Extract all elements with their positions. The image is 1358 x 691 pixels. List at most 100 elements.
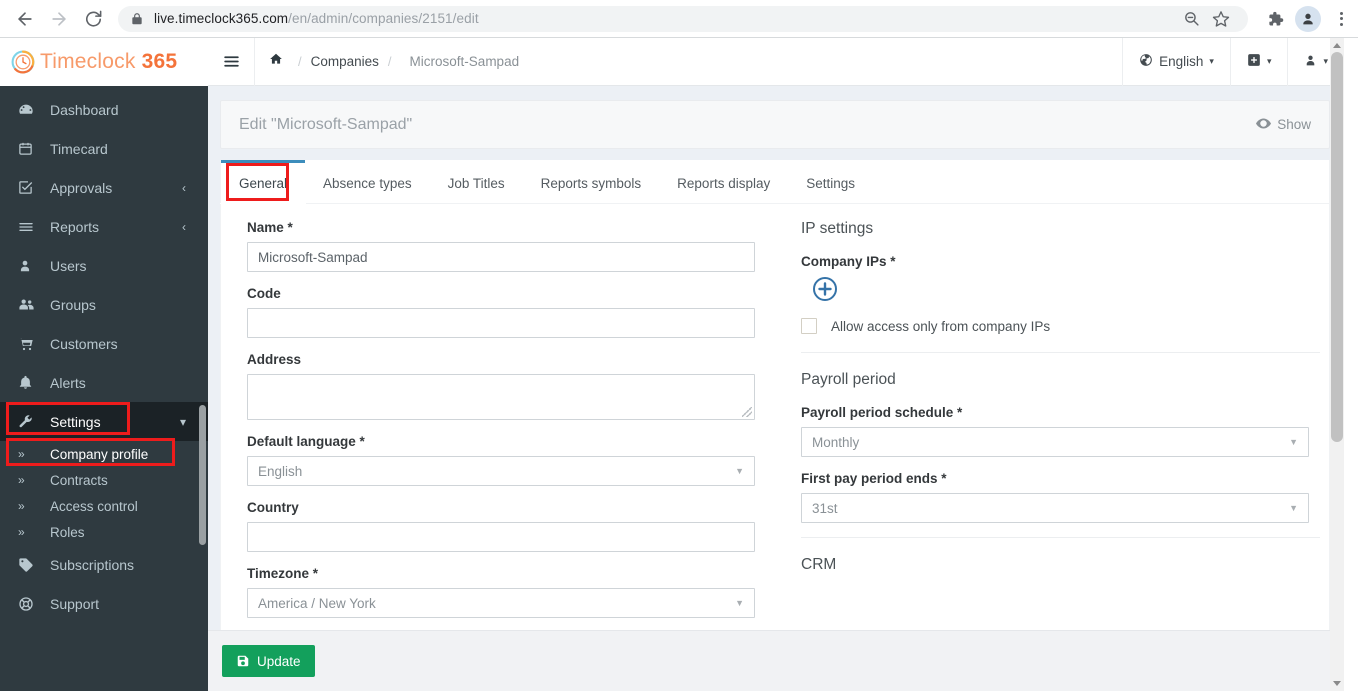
- sidebar-item-settings[interactable]: Settings ▾: [0, 402, 208, 441]
- angle-double-right-icon: »: [18, 473, 25, 487]
- sidebar-item-label: Company profile: [50, 446, 149, 462]
- tab-reports-symbols[interactable]: Reports symbols: [523, 160, 660, 203]
- forward-button[interactable]: [42, 2, 76, 36]
- tab-reports-display[interactable]: Reports display: [659, 160, 788, 203]
- add-menu-button[interactable]: ▾: [1229, 37, 1288, 86]
- form-column-right: IP settings Company IPs * Allow access o…: [801, 220, 1320, 661]
- allow-company-ips-row[interactable]: Allow access only from company IPs: [801, 318, 1309, 334]
- payroll-schedule-label: Payroll period schedule *: [801, 405, 963, 420]
- sidebar-item-company-profile[interactable]: » Company profile: [0, 441, 208, 467]
- allow-company-ips-checkbox[interactable]: [801, 318, 817, 334]
- chevron-down-icon: ▾: [1323, 56, 1328, 66]
- chevron-down-icon: ▾: [1266, 56, 1272, 66]
- calendar-icon: [18, 141, 40, 156]
- sidebar-item-approvals[interactable]: Approvals ‹: [0, 168, 208, 207]
- bell-icon: [18, 375, 40, 390]
- sidebar-item-alerts[interactable]: Alerts: [0, 363, 208, 402]
- sidebar-item-access-control[interactable]: » Access control: [0, 493, 208, 519]
- show-link[interactable]: Show: [1256, 117, 1311, 132]
- tab-general[interactable]: General: [219, 160, 307, 204]
- scroll-up-arrow-icon[interactable]: [1333, 43, 1341, 48]
- breadcrumb-current: Microsoft-Sampad: [409, 54, 520, 69]
- field-country: Country: [247, 500, 755, 552]
- browser-toolbar: live.timeclock365.com/en/admin/companies…: [0, 0, 1358, 38]
- zoom-out-icon[interactable]: [1176, 4, 1206, 34]
- chevron-down-icon: ▾: [179, 414, 186, 429]
- code-input[interactable]: [247, 308, 755, 338]
- application-root: Timeclock 365 Dashboard Timecard Approva…: [0, 37, 1344, 691]
- tab-settings[interactable]: Settings: [788, 160, 873, 203]
- address-textarea[interactable]: [247, 374, 755, 420]
- sidebar-item-contracts[interactable]: » Contracts: [0, 467, 208, 493]
- group-icon: [18, 296, 40, 313]
- sidebar-item-reports[interactable]: Reports ‹: [0, 207, 208, 246]
- angle-double-right-icon: »: [18, 525, 25, 539]
- sidebar-item-subscriptions[interactable]: Subscriptions: [0, 545, 208, 584]
- sidebar-item-support[interactable]: Support: [0, 584, 208, 623]
- ip-settings-title: IP settings: [801, 220, 874, 237]
- sidebar-item-groups[interactable]: Groups: [0, 285, 208, 324]
- sidebar-item-label: Approvals: [50, 179, 113, 196]
- star-icon[interactable]: [1206, 4, 1236, 34]
- language-label: English: [1159, 54, 1204, 69]
- field-address: Address: [247, 352, 755, 420]
- sidebar-item-label: Timecard: [50, 140, 108, 157]
- sidebar-item-label: Roles: [50, 524, 85, 540]
- reload-icon: [85, 10, 101, 27]
- lock-icon: [132, 12, 142, 24]
- language-selector[interactable]: English ▾: [1122, 37, 1230, 86]
- sidebar-item-label: Groups: [50, 296, 96, 313]
- tab-label: Reports display: [677, 175, 771, 191]
- chevron-down-icon: ▾: [1209, 56, 1214, 66]
- tag-icon: [18, 557, 40, 573]
- sidebar-item-dashboard[interactable]: Dashboard: [0, 90, 208, 129]
- general-form: Name * Code Address Default languag: [221, 204, 1329, 661]
- home-icon[interactable]: [269, 52, 283, 71]
- timezone-select[interactable]: America / New York ▼: [247, 588, 755, 618]
- payroll-schedule-select[interactable]: Monthly ▼: [801, 427, 1309, 457]
- hamburger-icon: [223, 56, 239, 67]
- forward-arrow-icon: [52, 11, 66, 26]
- main-content: / Companies / Microsoft-Sampad English ▾…: [208, 37, 1344, 691]
- name-input[interactable]: [247, 242, 755, 272]
- section-divider: [801, 537, 1320, 538]
- sidebar-item-users[interactable]: Users: [0, 246, 208, 285]
- default-language-label: Default language *: [247, 434, 365, 449]
- sidebar-scrollbar-thumb[interactable]: [199, 405, 206, 545]
- name-label: Name *: [247, 220, 293, 235]
- tab-job-titles[interactable]: Job Titles: [430, 160, 523, 203]
- resize-grip-icon[interactable]: [742, 407, 752, 417]
- add-company-ip-button[interactable]: [812, 276, 838, 302]
- lifering-icon: [18, 596, 40, 612]
- address-bar[interactable]: live.timeclock365.com/en/admin/companies…: [118, 4, 1248, 34]
- breadcrumb: / Companies / Microsoft-Sampad: [254, 37, 520, 86]
- sidebar-item-label: Alerts: [50, 374, 86, 391]
- user-icon: [18, 259, 40, 273]
- browser-menu-button[interactable]: [1324, 2, 1358, 36]
- puzzle-icon: [1269, 11, 1284, 25]
- page-scrollbar-thumb[interactable]: [1331, 52, 1343, 442]
- reload-button[interactable]: [76, 2, 110, 36]
- sidebar-item-timecard[interactable]: Timecard: [0, 129, 208, 168]
- payroll-period-title: Payroll period: [801, 371, 896, 388]
- back-arrow-icon: [18, 11, 32, 26]
- update-button[interactable]: Update: [222, 645, 315, 677]
- breadcrumb-companies[interactable]: Companies: [311, 54, 379, 69]
- dashboard-icon: [18, 102, 40, 118]
- sidebar-item-label: Contracts: [50, 472, 108, 488]
- profile-button[interactable]: [1295, 5, 1321, 32]
- page-scrollbar[interactable]: [1330, 38, 1344, 691]
- scroll-down-arrow-icon[interactable]: [1333, 681, 1341, 686]
- back-button[interactable]: [8, 2, 42, 36]
- sidebar-item-roles[interactable]: » Roles: [0, 519, 208, 545]
- sidebar-toggle-button[interactable]: [208, 53, 254, 70]
- brand-logo[interactable]: Timeclock 365: [0, 38, 208, 86]
- first-pay-period-select[interactable]: 31st ▼: [801, 493, 1309, 523]
- default-language-select[interactable]: English ▼: [247, 456, 755, 486]
- tab-absence-types[interactable]: Absence types: [305, 160, 430, 203]
- angle-double-right-icon: »: [18, 499, 25, 513]
- sidebar-item-customers[interactable]: Customers: [0, 324, 208, 363]
- code-label: Code: [247, 286, 281, 301]
- extensions-button[interactable]: [1258, 2, 1292, 36]
- country-input[interactable]: [247, 522, 755, 552]
